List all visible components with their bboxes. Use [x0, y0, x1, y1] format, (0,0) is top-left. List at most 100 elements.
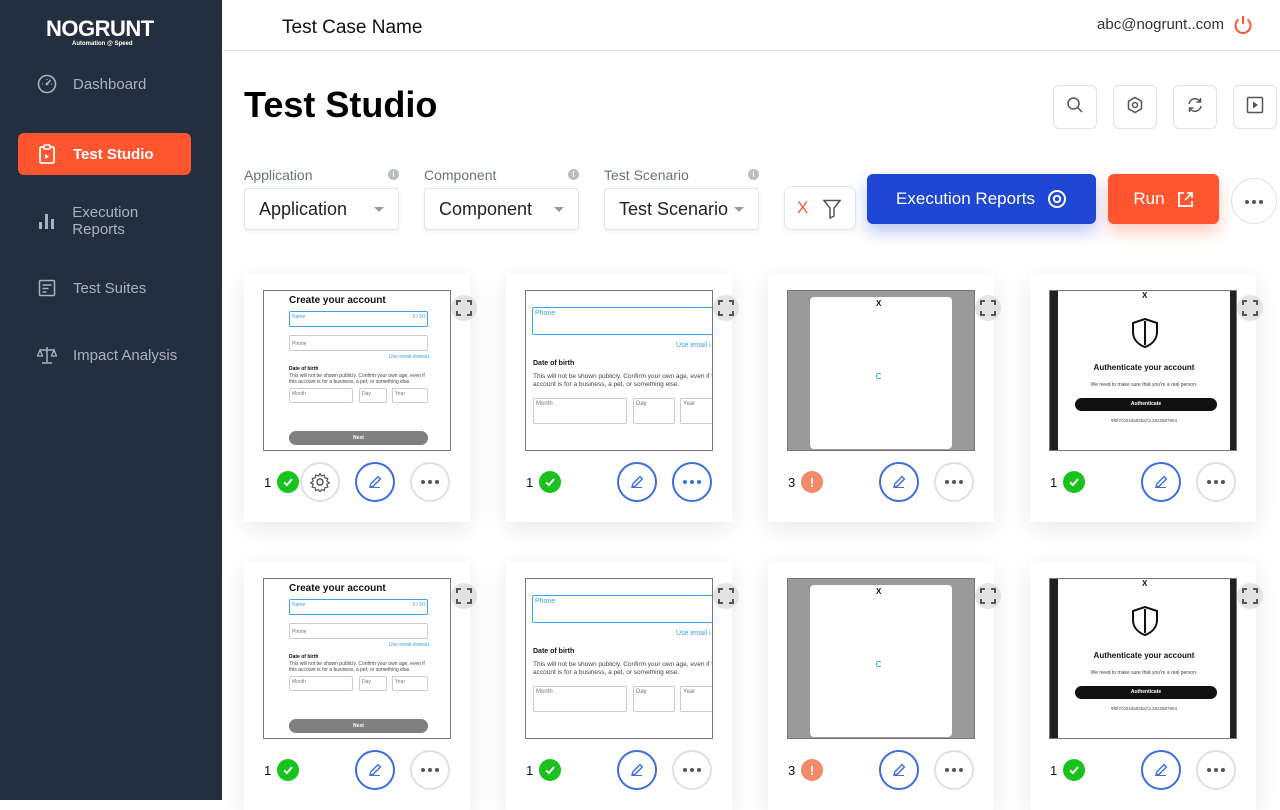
sidebar-item-impact-analysis[interactable]: Impact Analysis [18, 334, 191, 376]
sidebar-item-execution-reports[interactable]: Execution Reports [18, 200, 191, 242]
spinner-icon [876, 661, 882, 667]
brand-tagline: Automation @ Speed [72, 41, 133, 47]
more-options-button[interactable] [410, 462, 450, 502]
expand-icon[interactable] [1237, 295, 1263, 321]
component-select[interactable]: Component [424, 188, 579, 230]
test-step-card[interactable]: Create your account Name 0 / 50 Phone Use… [244, 274, 477, 522]
run-count: 1 [1050, 763, 1058, 778]
edit-button[interactable] [879, 462, 919, 502]
name-counter: 0 / 50 [412, 314, 425, 320]
edit-button[interactable] [355, 462, 395, 502]
expand-icon[interactable] [451, 295, 477, 321]
more-options-button[interactable] [672, 462, 712, 502]
screenshot-thumbnail[interactable]: Phone Use email i Date of birth This wil… [525, 578, 713, 739]
refresh-button[interactable] [1173, 85, 1217, 129]
run-count: 1 [264, 475, 272, 490]
use-email-link: Use email i [676, 342, 711, 349]
warning-icon: ! [801, 759, 823, 781]
chevron-down-icon [374, 207, 384, 212]
screenshot-thumbnail[interactable]: X Authenticate your account We need to m… [1049, 290, 1237, 451]
edit-button[interactable] [1141, 750, 1181, 790]
status-symbol: ! [809, 762, 815, 778]
test-step-card[interactable]: Phone Use email i Date of birth This wil… [506, 274, 739, 522]
play-button[interactable] [1233, 85, 1277, 129]
more-dots-icon [944, 479, 964, 485]
screenshot-thumbnail[interactable]: Create your account Name 0 / 50 Phone Use… [263, 290, 451, 451]
expand-icon[interactable] [975, 583, 1001, 609]
edit-button[interactable] [355, 750, 395, 790]
edit-button[interactable] [617, 462, 657, 502]
expand-icon[interactable] [713, 295, 739, 321]
screenshot-thumbnail[interactable]: Phone Use email i Date of birth This wil… [525, 290, 713, 451]
application-label: Application [244, 167, 313, 183]
close-icon: X [1142, 291, 1148, 300]
page-title: Test Studio [244, 84, 438, 125]
authenticate-button: Authenticate [1075, 686, 1217, 699]
settings-button[interactable] [1113, 85, 1157, 129]
modal: X [810, 297, 952, 449]
clear-icon: X [797, 198, 809, 217]
eye-icon [1047, 189, 1067, 209]
sidebar-item-dashboard[interactable]: Dashboard [18, 63, 191, 105]
more-options-button[interactable] [1196, 750, 1236, 790]
chevron-down-icon [734, 207, 744, 212]
more-dots-icon [944, 767, 964, 773]
auth-title: Authenticate your account [1093, 363, 1195, 372]
auth-text: We need to make sure that you're a real … [1090, 382, 1198, 388]
power-icon[interactable] [1232, 14, 1254, 36]
run-count: 1 [264, 763, 272, 778]
day-label: Day [362, 679, 371, 685]
settings-button[interactable] [300, 462, 340, 502]
more-dots-icon [682, 479, 702, 485]
more-options-button[interactable] [1196, 462, 1236, 502]
nogrunt-logo[interactable]: NOGRUNT Automation @ Speed [46, 17, 166, 51]
more-options-button[interactable] [1231, 178, 1277, 224]
test-scenario-label: Test Scenario [604, 167, 689, 183]
clear-filter-button[interactable]: X [784, 186, 856, 230]
test-step-card[interactable]: Create your account Name 0 / 50 Phone Use… [244, 562, 477, 810]
test-case-name[interactable]: Test Case Name [282, 17, 422, 39]
test-step-card[interactable]: X 3 ! [768, 562, 1001, 810]
more-options-button[interactable] [934, 750, 974, 790]
filter-icon [822, 199, 842, 224]
test-step-card[interactable]: Phone Use email i Date of birth This wil… [506, 562, 739, 810]
screenshot-thumbnail[interactable]: X Authenticate your account We need to m… [1049, 578, 1237, 739]
month-select: Month [289, 676, 353, 691]
sidebar-item-label: Test Suites [73, 279, 147, 297]
sidebar-item-label: Execution Reports [72, 204, 139, 238]
search-button[interactable] [1053, 85, 1097, 129]
gear-icon [310, 472, 330, 492]
more-options-button[interactable] [672, 750, 712, 790]
run-button[interactable]: Run [1108, 174, 1219, 224]
edit-button[interactable] [1141, 462, 1181, 502]
edit-button[interactable] [879, 750, 919, 790]
more-options-button[interactable] [410, 750, 450, 790]
execution-reports-button[interactable]: Execution Reports [867, 174, 1096, 224]
test-step-card[interactable]: X Authenticate your account We need to m… [1030, 274, 1263, 522]
screenshot-thumbnail[interactable]: Create your account Name 0 / 50 Phone Use… [263, 578, 451, 739]
expand-icon[interactable] [1237, 583, 1263, 609]
pencil-icon [891, 762, 907, 778]
dob-title: Date of birth [289, 366, 319, 372]
screenshot-thumbnail[interactable]: X [787, 578, 975, 739]
sidebar-item-test-suites[interactable]: Test Suites [18, 267, 191, 309]
test-step-card[interactable]: X 3 ! [768, 274, 1001, 522]
edit-button[interactable] [617, 750, 657, 790]
use-email-link: Use email instead [389, 642, 429, 648]
more-options-button[interactable] [934, 462, 974, 502]
test-step-card[interactable]: X Authenticate your account We need to m… [1030, 562, 1263, 810]
screenshot-thumbnail[interactable]: X [787, 290, 975, 451]
expand-icon[interactable] [713, 583, 739, 609]
application-select[interactable]: Application [244, 188, 399, 230]
modal: X Authenticate your account We need to m… [1058, 579, 1230, 738]
phone-label: Phone [292, 341, 307, 347]
expand-icon[interactable] [975, 295, 1001, 321]
sidebar-item-test-studio[interactable]: Test Studio [18, 133, 191, 175]
sidebar-item-label: Test Studio [73, 145, 154, 163]
pencil-icon [1153, 762, 1169, 778]
expand-icon[interactable] [451, 583, 477, 609]
gauge-icon [36, 73, 58, 95]
spinner-icon [876, 373, 882, 379]
test-scenario-select[interactable]: Test Scenario [604, 188, 759, 230]
success-icon [277, 759, 299, 781]
